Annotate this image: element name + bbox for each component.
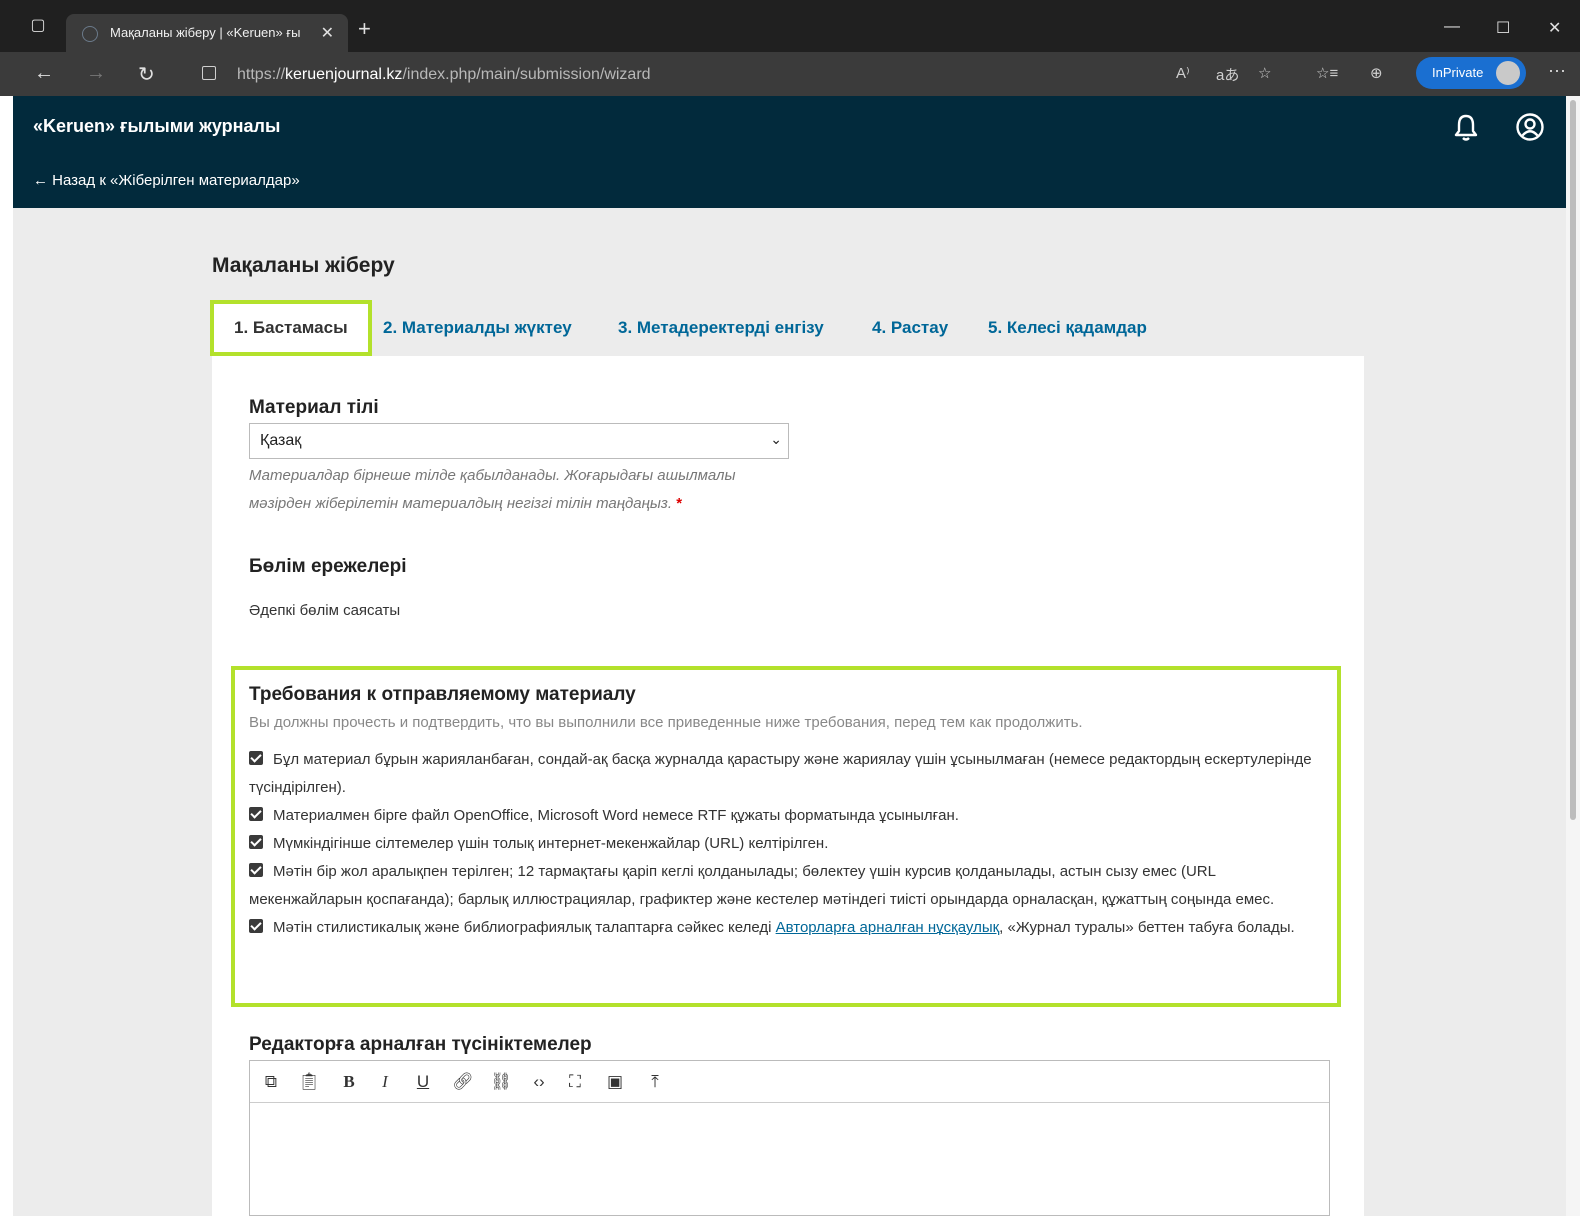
author-guidelines-link[interactable]: Авторларға арналған нұсқаулық — [776, 919, 1000, 936]
inprivate-button[interactable]: InPrivate — [1416, 57, 1526, 89]
tab-metadata[interactable]: 3. Метадеректерді енгізу — [618, 300, 824, 356]
browser-addressbar: ← → ↻ https://keruenjournal.kz/index.php… — [0, 52, 1580, 96]
section-policy-text: Әдепкі бөлім саясаты — [249, 602, 401, 619]
favorites-icon[interactable]: ☆≡ — [1316, 64, 1338, 82]
requirement-item: Мәтін стилистикалық және библиографиялық… — [249, 914, 1327, 942]
requirement-checkbox[interactable] — [249, 835, 263, 849]
language-select[interactable]: Қазақ ⌄ — [249, 423, 789, 459]
language-selected-value: Қазақ — [260, 432, 302, 449]
tab-upload[interactable]: 2. Материалды жүктеу — [383, 300, 572, 356]
url-field[interactable]: https://keruenjournal.kz/index.php/main/… — [182, 58, 1282, 90]
upload-icon[interactable]: ⤒ — [642, 1069, 668, 1095]
close-tab-icon[interactable]: ✕ — [321, 23, 334, 43]
image-icon[interactable]: ▣ — [602, 1069, 628, 1095]
page-title: Мақаланы жіберу — [212, 254, 395, 277]
collections-icon[interactable]: ⊕ — [1370, 64, 1383, 82]
favicon-icon — [82, 26, 98, 42]
lock-icon[interactable] — [202, 66, 216, 80]
site-header: «Keruen» ғылыми журналы ← Назад к «Жібер… — [13, 96, 1566, 208]
requirement-item: Материалмен бірге файл OpenOffice, Micro… — [249, 802, 1327, 830]
browser-tab-active[interactable]: Мақаланы жіберу | «Keruen» ғы ✕ — [66, 14, 348, 54]
url-text: https://keruenjournal.kz/index.php/main/… — [237, 66, 651, 83]
tab-title: Мақаланы жіберу | «Keruen» ғы — [110, 25, 301, 40]
fullscreen-icon[interactable]: ⛶ — [562, 1069, 588, 1095]
minimize-icon[interactable]: — — [1444, 18, 1460, 36]
code-icon[interactable]: ‹› — [526, 1069, 552, 1095]
chevron-down-icon: ⌄ — [770, 431, 782, 447]
close-window-icon[interactable]: ✕ — [1548, 18, 1561, 38]
browser-titlebar: ▢ Мақаланы жіберу | «Keruen» ғы ✕ + — ☐ … — [0, 0, 1580, 54]
underline-icon[interactable]: U — [410, 1069, 436, 1095]
required-mark: * — [676, 495, 683, 512]
requirements-box: Требования к отправляемому материалу Вы … — [231, 666, 1341, 1007]
link-icon[interactable]: 🔗︎ — [450, 1069, 476, 1095]
user-account-icon[interactable] — [1515, 112, 1545, 142]
comments-editor[interactable]: ⧉ 📋︎ B I U 🔗︎ ⛓︎ ‹› ⛶ ▣ ⤒ — [249, 1060, 1330, 1216]
scrollbar-thumb[interactable] — [1570, 100, 1576, 820]
requirement-item: Бұл материал бұрын жарияланбаған, сондай… — [249, 751, 1312, 796]
profile-avatar — [1496, 61, 1520, 85]
tab-confirm[interactable]: 4. Растау — [872, 300, 948, 356]
requirements-title: Требования к отправляемому материалу — [249, 684, 636, 705]
bell-icon[interactable] — [1451, 112, 1481, 142]
requirement-item: Мәтін бір жол аралықпен терілген; 12 тар… — [249, 863, 1275, 908]
read-aloud-icon[interactable]: A⁾ — [1176, 64, 1190, 82]
requirement-checkbox[interactable] — [249, 751, 263, 765]
maximize-icon[interactable]: ☐ — [1496, 18, 1510, 38]
refresh-icon[interactable]: ↻ — [138, 62, 155, 87]
requirements-list: Бұл материал бұрын жарияланбаған, сондай… — [249, 746, 1327, 942]
requirement-checkbox[interactable] — [249, 807, 263, 821]
section-policy-label: Бөлім ережелері — [249, 556, 407, 577]
bold-icon[interactable]: B — [336, 1069, 362, 1095]
comments-label: Редакторға арналған түсініктемелер — [249, 1034, 592, 1055]
copy-icon[interactable]: ⧉ — [258, 1069, 284, 1095]
back-to-submissions-link[interactable]: ← Назад к «Жіберілген материалдар» — [33, 172, 300, 189]
translate-icon[interactable]: aあ — [1216, 64, 1239, 85]
back-icon[interactable]: ← — [34, 62, 54, 85]
new-tab-icon[interactable]: + — [358, 18, 371, 40]
add-favorite-icon[interactable]: ☆ — [1258, 64, 1271, 82]
language-label: Материал тілі — [249, 397, 379, 418]
paste-icon[interactable]: 📋︎ — [296, 1069, 322, 1095]
requirement-item: Мүмкіндігінше сілтемелер үшін толық инте… — [249, 830, 1327, 858]
left-edge — [0, 96, 13, 1216]
tab-next-steps[interactable]: 5. Келесі қадамдар — [988, 300, 1147, 356]
scrollbar[interactable] — [1566, 96, 1580, 1216]
language-help-text: Материалдар бірнеше тілде қабылданады. Ж… — [249, 467, 736, 512]
requirement-checkbox[interactable] — [249, 919, 263, 933]
forward-icon[interactable]: → — [86, 62, 106, 85]
requirements-subtitle: Вы должны прочесть и подтвердить, что вы… — [249, 714, 1083, 731]
site-title[interactable]: «Keruen» ғылыми журналы — [33, 116, 280, 137]
unlink-icon[interactable]: ⛓︎ — [488, 1069, 514, 1095]
tab-actions-icon[interactable]: ▢ — [28, 16, 48, 36]
tab-start[interactable]: 1. Бастамасы — [210, 300, 372, 356]
requirement-checkbox[interactable] — [249, 863, 263, 877]
italic-icon[interactable]: I — [372, 1069, 398, 1095]
more-icon[interactable]: ··· — [1548, 60, 1566, 81]
editor-toolbar: ⧉ 📋︎ B I U 🔗︎ ⛓︎ ‹› ⛶ ▣ ⤒ — [250, 1061, 1329, 1103]
